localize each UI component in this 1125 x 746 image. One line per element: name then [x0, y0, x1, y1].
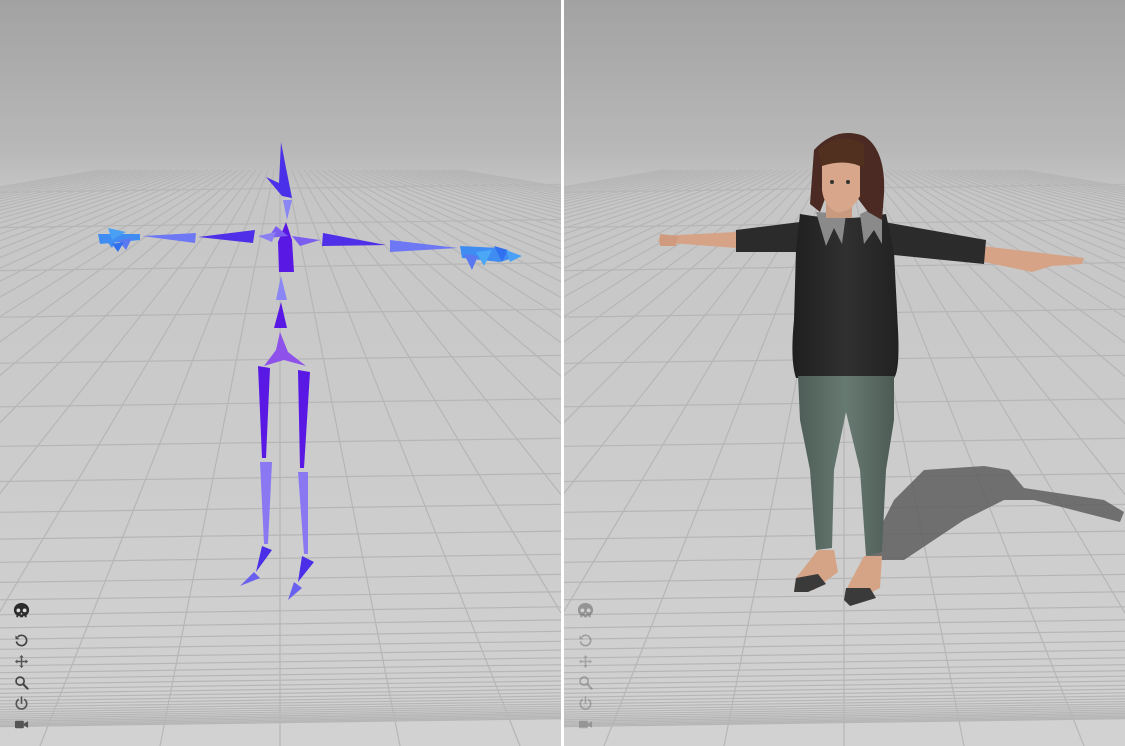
camera-icon	[14, 720, 28, 729]
move-icon	[14, 654, 28, 669]
reset-view-button[interactable]	[10, 630, 32, 651]
pan-button[interactable]	[10, 651, 32, 672]
camera-icon	[578, 720, 592, 729]
reset-view-button[interactable]	[574, 630, 596, 651]
zoom-icon	[578, 676, 593, 690]
skeleton-icon	[577, 602, 593, 617]
face	[822, 156, 860, 213]
camera-button[interactable]	[10, 714, 32, 735]
pan-button[interactable]	[574, 651, 596, 672]
model-viewport[interactable]	[564, 0, 1125, 746]
reset-icon	[15, 634, 27, 647]
move-icon	[578, 654, 592, 669]
reset-icon	[579, 634, 591, 647]
skeleton-toggle-button[interactable]	[574, 598, 596, 624]
hand-left	[660, 234, 678, 246]
zoom-button[interactable]	[574, 672, 596, 693]
model-scene[interactable]	[564, 0, 1125, 746]
power-icon	[15, 696, 27, 710]
viewer-toolbar	[574, 598, 596, 735]
zoom-icon	[14, 676, 29, 690]
power-button[interactable]	[574, 693, 596, 714]
camera-button[interactable]	[574, 714, 596, 735]
skeleton-icon	[13, 602, 29, 617]
eye-right	[846, 180, 850, 184]
skeleton-toggle-button[interactable]	[10, 598, 32, 624]
zoom-button[interactable]	[10, 672, 32, 693]
skeleton-viewport[interactable]	[0, 0, 561, 746]
power-button[interactable]	[10, 693, 32, 714]
eye-left	[830, 180, 834, 184]
skeleton-scene[interactable]	[0, 0, 561, 746]
viewer-toolbar	[10, 598, 32, 735]
torso-shirt	[792, 214, 899, 378]
power-icon	[579, 696, 591, 710]
